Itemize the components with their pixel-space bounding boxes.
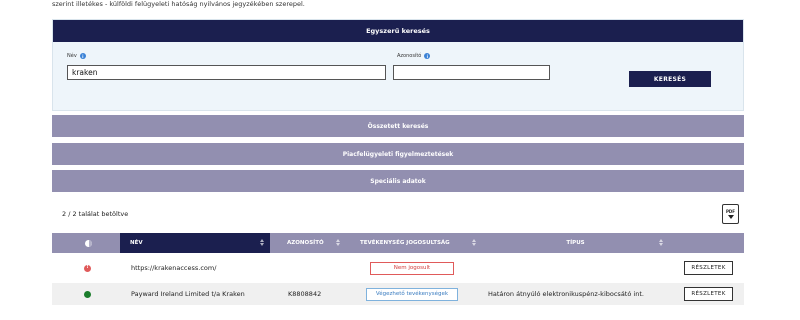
table-header: NÉV AZONOSÍTÓ TEVÉKENYSÉG JOGOSULTSÁG TÍ… <box>52 233 744 253</box>
special-data-bar[interactable]: Speciális adatok <box>52 170 744 192</box>
name-header-label: NÉV <box>130 240 143 246</box>
details-button[interactable]: RÉSZLETEK <box>684 261 733 275</box>
activity-badge: Nem jogosult <box>370 261 454 275</box>
table-row: https://krakenaccess.com/ Nem jogosult R… <box>52 257 744 279</box>
details-button[interactable]: RÉSZLETEK <box>684 287 733 301</box>
name-cell: https://krakenaccess.com/ <box>131 264 217 272</box>
name-input[interactable]: kraken <box>67 65 386 80</box>
status-icon <box>85 239 92 247</box>
id-header-label: AZONOSÍTÓ <box>287 240 324 246</box>
sort-icon <box>336 239 340 246</box>
info-icon[interactable]: i <box>79 53 86 59</box>
name-label: Név i <box>67 53 86 59</box>
name-column-header[interactable]: NÉV <box>120 233 270 253</box>
market-alerts-bar[interactable]: Piacfelügyeleti figyelmeztetések <box>52 143 744 165</box>
name-label-text: Név <box>67 53 77 59</box>
simple-search-header[interactable]: Egyszerű keresés <box>53 20 743 42</box>
active-status-icon <box>84 290 91 298</box>
sort-icon <box>659 239 663 246</box>
sort-icon <box>260 239 264 246</box>
download-arrow-icon <box>727 215 734 219</box>
activity-badge[interactable]: Végezhető tevékenységek <box>366 287 458 301</box>
status-column-header[interactable] <box>52 233 120 253</box>
type-cell: Határon átnyúló elektronikuspénz-kibocsá… <box>488 290 644 298</box>
sort-icon <box>472 239 476 246</box>
results-count: 2 / 2 találat betöltve <box>62 210 129 218</box>
name-cell: Payward Ireland Limited t/a Kraken <box>131 290 245 298</box>
activity-column-header[interactable]: TEVÉKENYSÉG JOGOSULTSÁG <box>346 233 482 253</box>
pdf-export-icon[interactable]: PDF <box>722 204 739 224</box>
status-cell <box>84 257 91 279</box>
warning-status-icon <box>84 264 91 272</box>
id-input[interactable] <box>393 65 550 80</box>
type-column-header[interactable]: TÍPUS <box>482 233 669 253</box>
id-column-header[interactable]: AZONOSÍTÓ <box>270 233 346 253</box>
pdf-label: PDF <box>726 209 735 214</box>
intro-text: szerint illetékes - külföldi felügyeleti… <box>52 0 305 8</box>
search-button[interactable]: KERESÉS <box>629 71 711 87</box>
id-label: Azonosító i <box>397 53 431 59</box>
type-header-label: TÍPUS <box>566 240 585 246</box>
info-icon[interactable]: i <box>424 53 431 59</box>
table-row: Payward Ireland Limited t/a Kraken K8808… <box>52 283 744 305</box>
id-cell: K8808842 <box>288 290 322 298</box>
status-cell <box>84 283 91 305</box>
id-label-text: Azonosító <box>397 53 422 59</box>
complex-search-bar[interactable]: Összetett keresés <box>52 115 744 137</box>
activity-header-label: TEVÉKENYSÉG JOGOSULTSÁG <box>360 240 450 246</box>
simple-search-panel: Egyszerű keresés Név i kraken Azonosító … <box>52 19 744 111</box>
